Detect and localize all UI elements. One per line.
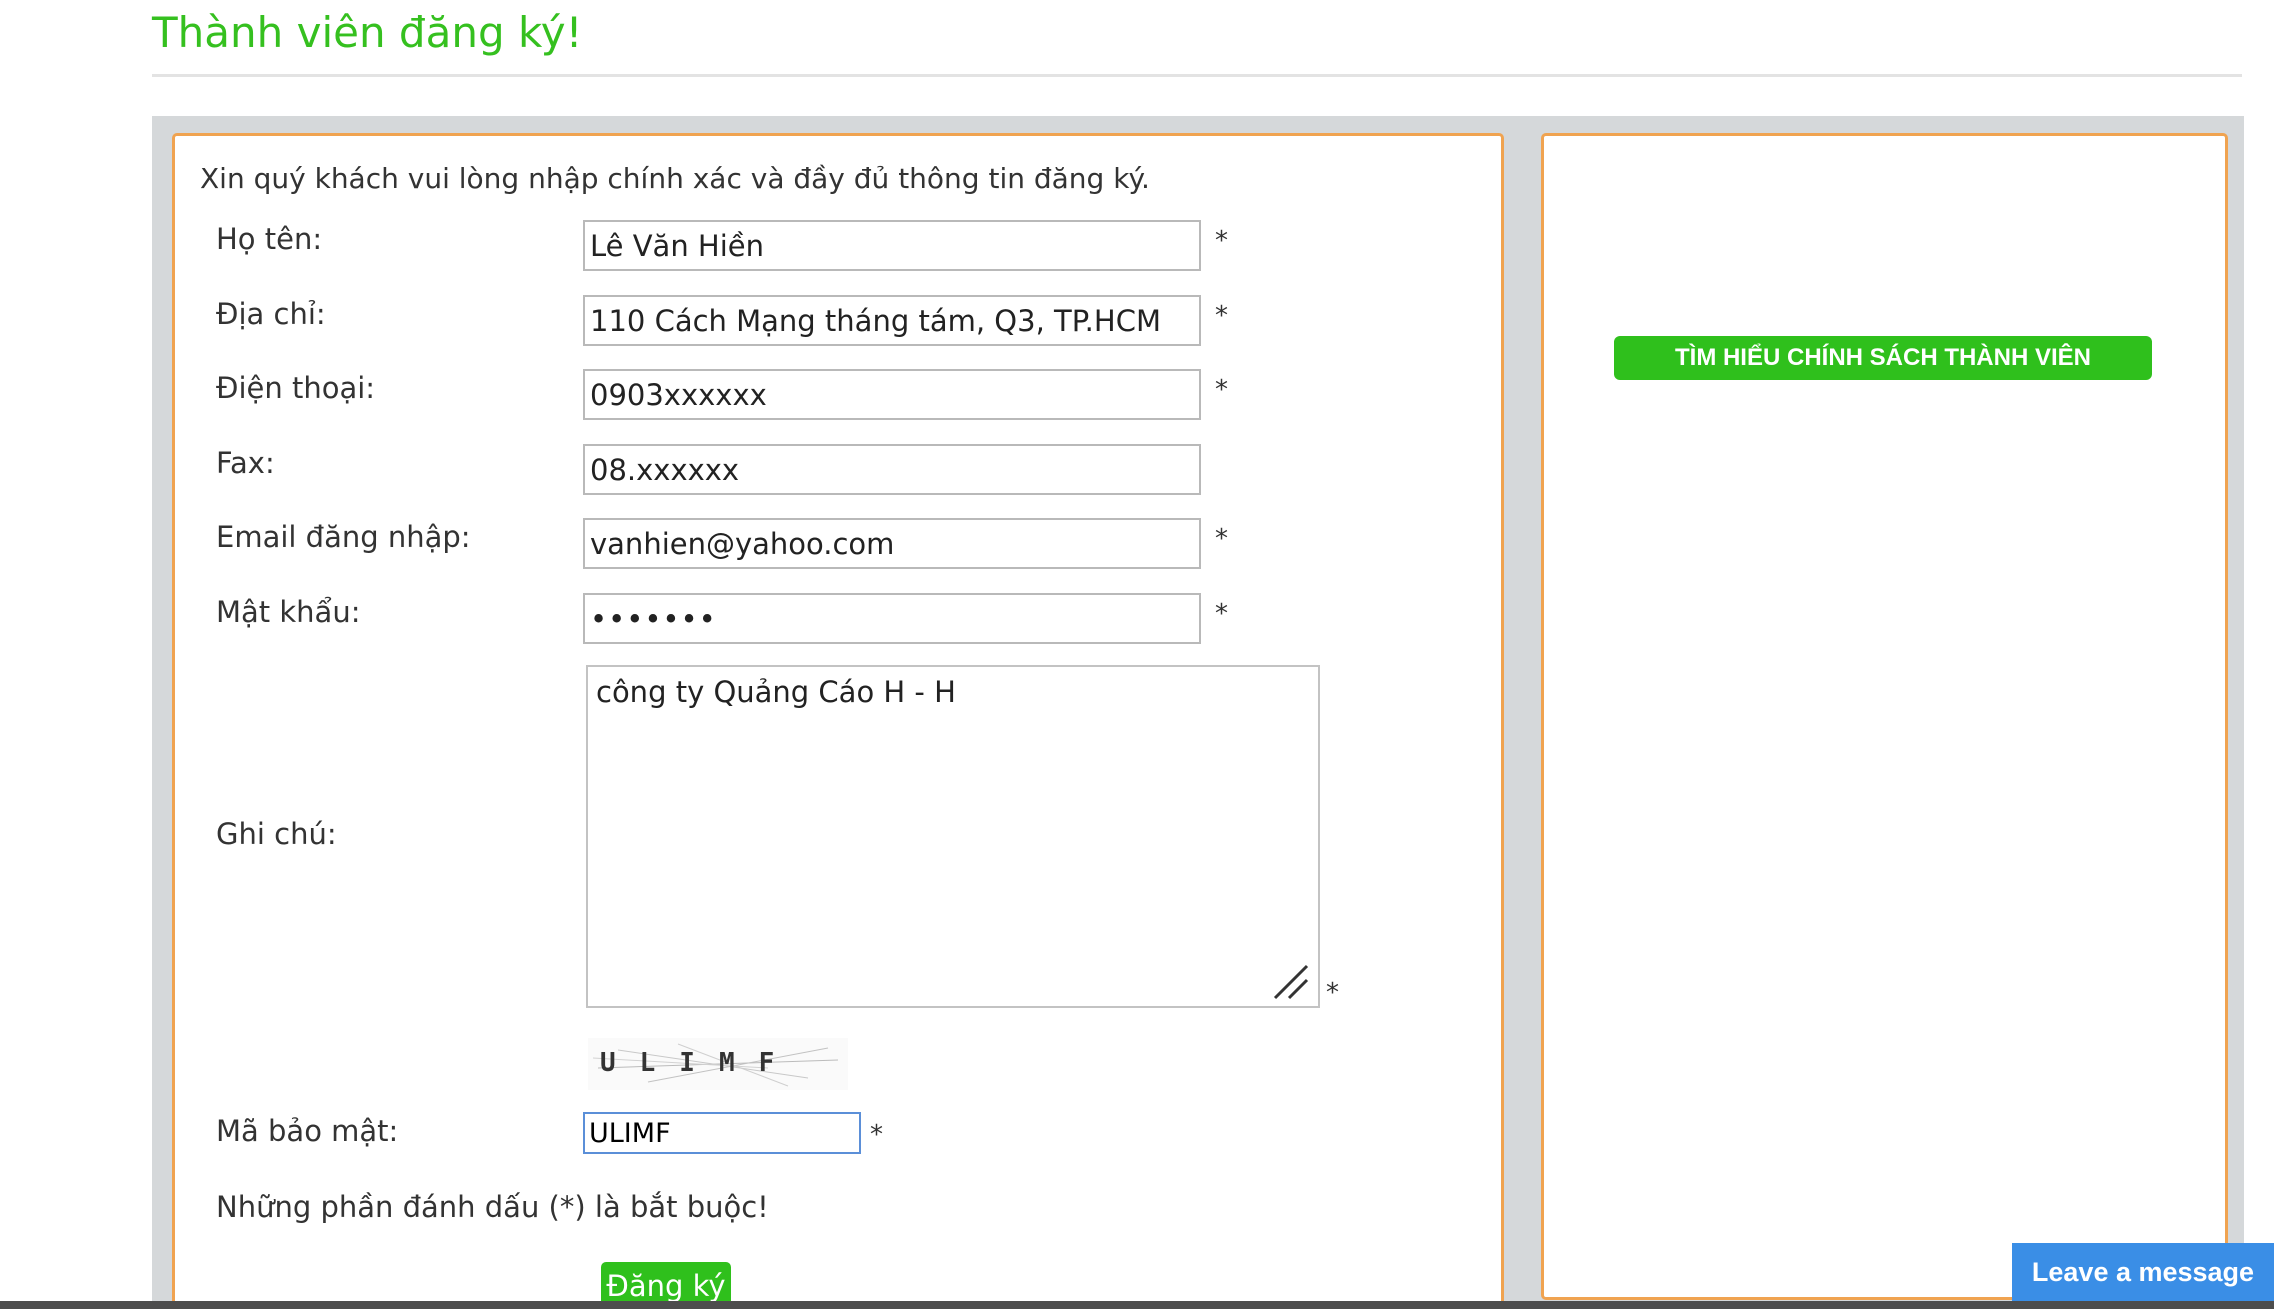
phone-label: Điện thoại: <box>216 371 376 405</box>
password-required-mark: * <box>1215 599 1228 629</box>
form-intro-text: Xin quý khách vui lòng nhập chính xác và… <box>200 162 1150 195</box>
email-input[interactable] <box>583 518 1201 569</box>
name-required-mark: * <box>1215 226 1228 256</box>
name-label: Họ tên: <box>216 222 323 256</box>
address-label: Địa chỉ: <box>216 297 326 331</box>
title-divider <box>152 74 2242 77</box>
notes-required-mark: * <box>1326 978 1339 1008</box>
email-label: Email đăng nhập: <box>216 520 471 554</box>
notes-label: Ghi chú: <box>216 817 337 851</box>
password-label: Mật khẩu: <box>216 595 361 629</box>
captcha-input[interactable] <box>583 1112 861 1154</box>
page-title: Thành viên đăng ký! <box>152 8 583 57</box>
mandatory-note: Những phần đánh dấu (*) là bắt buộc! <box>216 1190 769 1224</box>
phone-input[interactable] <box>583 369 1201 420</box>
email-required-mark: * <box>1215 524 1228 554</box>
membership-side-panel <box>1541 133 2228 1300</box>
address-required-mark: * <box>1215 301 1228 331</box>
membership-policy-button[interactable]: TÌM HIỂU CHÍNH SÁCH THÀNH VIÊN <box>1614 336 2152 380</box>
address-input[interactable] <box>583 295 1201 346</box>
captcha-label: Mã bảo mật: <box>216 1114 399 1148</box>
captcha-required-mark: * <box>870 1120 883 1150</box>
password-input[interactable] <box>583 593 1201 644</box>
resize-grip-icon[interactable] <box>1271 962 1311 1002</box>
captcha-image: ULIMF <box>588 1038 848 1090</box>
fax-input[interactable] <box>583 444 1201 495</box>
name-input[interactable] <box>583 220 1201 271</box>
leave-message-button[interactable]: Leave a message <box>2012 1243 2274 1301</box>
phone-required-mark: * <box>1215 375 1228 405</box>
notes-textarea[interactable]: công ty Quảng Cáo H - H <box>586 665 1320 1008</box>
fax-label: Fax: <box>216 446 275 480</box>
bottom-edge-strip <box>0 1301 2274 1309</box>
captcha-text: ULIMF <box>600 1048 799 1078</box>
